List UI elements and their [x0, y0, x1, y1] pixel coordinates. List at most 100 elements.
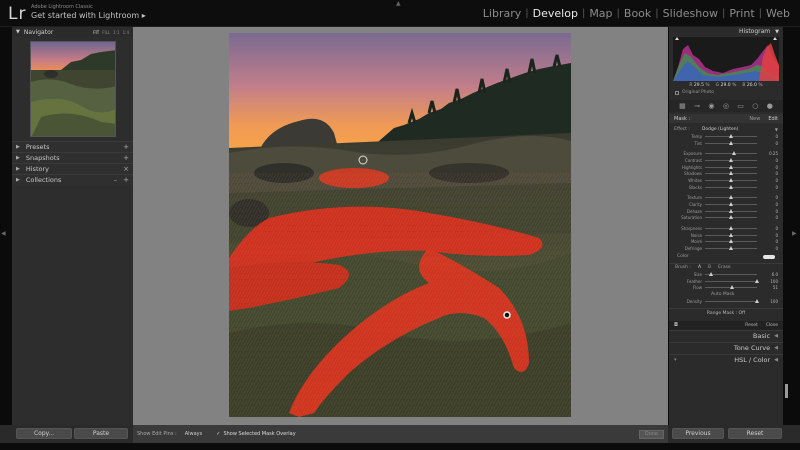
- slider-track[interactable]: [705, 184, 757, 189]
- navigator-header[interactable]: ▼ Navigator FIT FILL 1:1 1:4: [12, 27, 133, 37]
- slider-handle[interactable]: [729, 140, 733, 145]
- module-map[interactable]: Map: [585, 7, 616, 20]
- slider-handle[interactable]: [729, 239, 733, 244]
- right-panel-toggle-icon[interactable]: ▶: [792, 230, 797, 237]
- slider-handle[interactable]: [732, 151, 737, 156]
- slider-density[interactable]: Density 100: [669, 298, 783, 305]
- checkbox[interactable]: [675, 90, 679, 95]
- histogram-graph[interactable]: [673, 37, 779, 81]
- slider-track[interactable]: [705, 157, 757, 162]
- right-panel-scrollbar[interactable]: [785, 384, 788, 398]
- color-row[interactable]: Color: [669, 252, 783, 261]
- crop-icon[interactable]: ⊸: [694, 102, 700, 110]
- slider-track[interactable]: [705, 177, 757, 182]
- module-book[interactable]: Book: [620, 7, 655, 20]
- slider-tint[interactable]: Tint 0: [669, 140, 783, 147]
- slider-value[interactable]: 51: [773, 285, 783, 290]
- slider-contrast[interactable]: Contrast 0: [669, 157, 783, 164]
- slider-value[interactable]: 0.25: [769, 151, 783, 156]
- slider-feather[interactable]: Feather 100: [669, 278, 783, 285]
- slider-handle[interactable]: [729, 232, 733, 237]
- snapshots-section[interactable]: ▶ Snapshots +: [12, 152, 133, 163]
- effect-dropdown[interactable]: Dodge (Lighten): [702, 127, 739, 132]
- slider-value[interactable]: 0: [775, 195, 783, 200]
- left-panel-toggle-icon[interactable]: ◀: [1, 230, 6, 237]
- minus-icon[interactable]: –: [114, 176, 118, 184]
- copy-button[interactable]: Copy...: [16, 428, 72, 439]
- slider-handle[interactable]: [729, 246, 733, 251]
- zoom-fit[interactable]: FIT: [93, 30, 99, 35]
- slider-track[interactable]: [705, 195, 757, 200]
- plus-icon[interactable]: +: [123, 143, 129, 151]
- slider-track[interactable]: [705, 298, 759, 303]
- zoom-1-4[interactable]: 1:4: [123, 30, 129, 35]
- slider-highlights[interactable]: Highlights 0: [669, 164, 783, 171]
- slider-value[interactable]: 0: [775, 202, 783, 207]
- slider-track[interactable]: [705, 285, 757, 290]
- slider-dehaze[interactable]: Dehaze 0: [669, 208, 783, 215]
- slider-handle[interactable]: [729, 285, 734, 290]
- slider-value[interactable]: 0: [775, 158, 783, 163]
- adjustment-brush-icon[interactable]: ●: [767, 102, 773, 110]
- slider-handle[interactable]: [755, 278, 759, 283]
- histogram-header[interactable]: Histogram ▼: [669, 27, 783, 36]
- photo-preview[interactable]: [229, 33, 571, 417]
- image-canvas[interactable]: [133, 27, 668, 425]
- slider-temp[interactable]: Temp 0: [669, 133, 783, 140]
- slider-size[interactable]: Size 6.0: [669, 271, 783, 278]
- slider-track[interactable]: [705, 226, 757, 231]
- module-web[interactable]: Web: [762, 7, 794, 20]
- slider-track[interactable]: [705, 278, 759, 283]
- clear-icon[interactable]: ×: [123, 165, 129, 173]
- basic-section[interactable]: Basic ◀: [669, 329, 783, 342]
- slider-value[interactable]: 0: [775, 178, 783, 183]
- slider-handle[interactable]: [709, 271, 714, 276]
- slider-track[interactable]: [705, 151, 757, 156]
- slider-value[interactable]: 0: [775, 134, 783, 139]
- slider-handle[interactable]: [729, 215, 733, 220]
- slider-handle[interactable]: [755, 298, 759, 303]
- toggle-icon[interactable]: ◘: [674, 322, 678, 328]
- slider-track[interactable]: [705, 232, 757, 237]
- slider-texture[interactable]: Texture 0: [669, 195, 783, 202]
- collections-section[interactable]: ▶ Collections – +: [12, 174, 133, 185]
- slider-exposure[interactable]: Exposure 0.25: [669, 150, 783, 157]
- red-eye-icon[interactable]: ◎: [723, 102, 729, 110]
- slider-handle[interactable]: [729, 133, 733, 138]
- plus-icon[interactable]: +: [123, 176, 129, 184]
- slider-track[interactable]: [705, 202, 757, 207]
- slider-value[interactable]: 0: [775, 246, 783, 251]
- slider-defringe[interactable]: Defringe 0: [669, 245, 783, 252]
- presets-section[interactable]: ▶ Presets +: [12, 141, 133, 152]
- slider-value[interactable]: 0: [775, 226, 783, 231]
- slider-whites[interactable]: Whites 0: [669, 177, 783, 184]
- history-section[interactable]: ▶ History ×: [12, 163, 133, 174]
- slider-sharpness[interactable]: Sharpness 0: [669, 225, 783, 232]
- radial-filter-icon[interactable]: ○: [752, 102, 758, 110]
- slider-handle[interactable]: [729, 226, 733, 231]
- slider-value[interactable]: 100: [770, 299, 783, 304]
- range-mask-row[interactable]: Range Mask : Off: [669, 307, 783, 318]
- slider-handle[interactable]: [729, 177, 733, 182]
- mask-edit-button[interactable]: Edit: [768, 116, 778, 122]
- slider-value[interactable]: 0: [775, 185, 783, 190]
- slider-noise[interactable]: Noise 0: [669, 232, 783, 239]
- brush-b-button[interactable]: B: [708, 265, 711, 270]
- edit-pins-dropdown[interactable]: Always: [181, 431, 207, 437]
- spot-removal-icon[interactable]: ◉: [708, 102, 714, 110]
- paste-button[interactable]: Paste: [74, 428, 128, 439]
- slider-value[interactable]: 0: [775, 215, 783, 220]
- slider-value[interactable]: 0: [775, 209, 783, 214]
- slider-handle[interactable]: [729, 184, 733, 189]
- slider-value[interactable]: 6.0: [772, 272, 783, 277]
- slider-value[interactable]: 0: [775, 165, 783, 170]
- slider-handle[interactable]: [729, 157, 733, 162]
- slider-value[interactable]: 0: [775, 233, 783, 238]
- top-panel-toggle-icon[interactable]: ▲: [396, 0, 401, 7]
- brush-erase-button[interactable]: Erase: [718, 265, 731, 270]
- slider-track[interactable]: [705, 271, 757, 276]
- slider-value[interactable]: 0: [775, 141, 783, 146]
- zoom-1-1[interactable]: 1:1: [113, 30, 119, 35]
- slider-value[interactable]: 100: [770, 279, 783, 284]
- module-develop[interactable]: Develop: [529, 7, 582, 20]
